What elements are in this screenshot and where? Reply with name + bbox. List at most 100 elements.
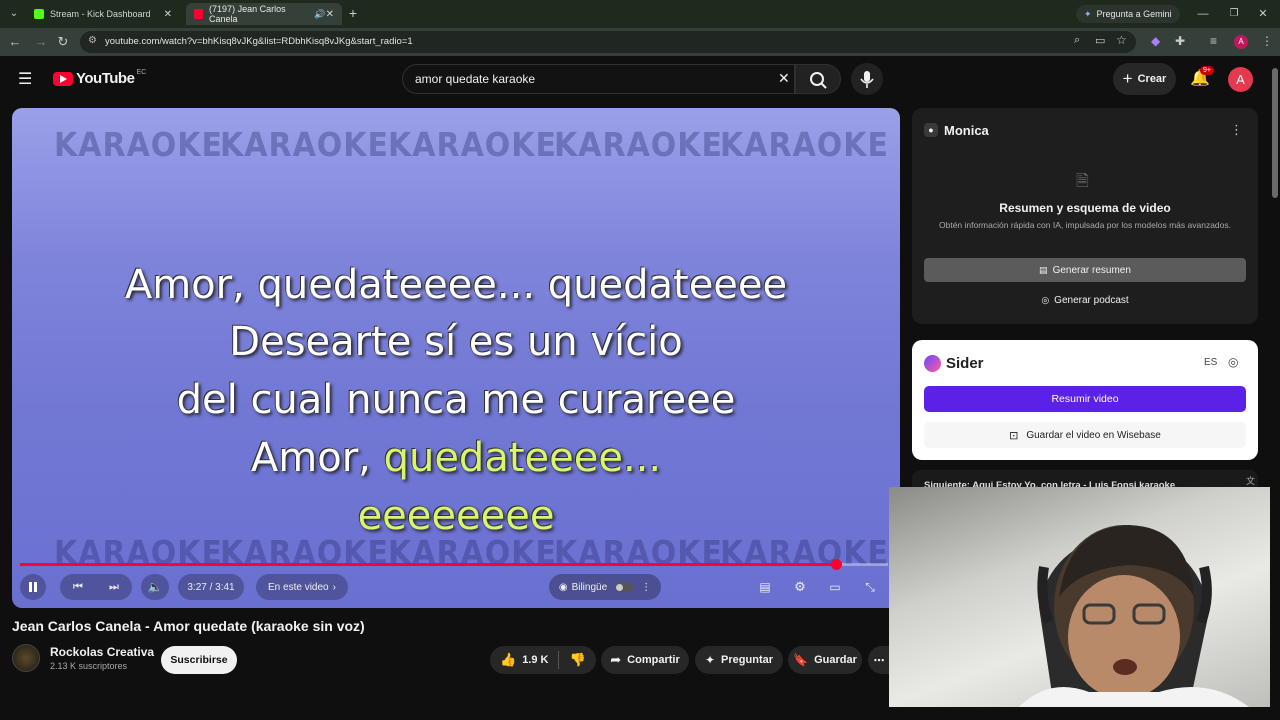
video-title: Jean Carlos Canela - Amor quedate (karao… (12, 618, 365, 634)
minimize-icon[interactable]: — (1195, 6, 1211, 22)
forward-icon[interactable]: → (33, 34, 49, 50)
scrollbar-thumb[interactable] (1272, 68, 1278, 198)
hamburger-menu-icon[interactable]: ☰ (18, 69, 32, 89)
clear-search-icon[interactable]: ✕ (778, 70, 790, 87)
plus-icon: + (1122, 69, 1133, 88)
tab-youtube[interactable]: (7197) Jean Carlos Canela 🔊 ✕ (186, 3, 342, 25)
page-scrollbar[interactable] (1270, 60, 1280, 720)
save-label: Guardar (814, 654, 857, 666)
reload-icon[interactable]: ↻ (55, 34, 71, 50)
chapter-button[interactable]: En este video › (256, 574, 348, 600)
fullscreen-icon[interactable]: ⤡ (857, 574, 883, 600)
karaoke-watermark: KARAOKE (220, 534, 390, 573)
new-tab-icon[interactable]: + (345, 5, 361, 21)
settings-gear-icon[interactable]: ⚙ (787, 574, 813, 600)
search-button[interactable] (795, 64, 841, 94)
tab-title: (7197) Jean Carlos Canela (209, 4, 286, 24)
video-player[interactable]: KARAOKE KARAOKE KARAOKE KARAOKE KARAOKE … (12, 108, 900, 608)
time-display: 3:27 / 3:41 (178, 574, 244, 600)
more-options-icon[interactable]: ⋮ (641, 582, 651, 593)
pause-icon (29, 582, 37, 592)
lyric-sung-part-highlight: quedateeee... (383, 435, 662, 481)
search-input[interactable]: amor quedate karaoke ✕ (402, 64, 795, 94)
share-arrow-icon: ➦ (610, 652, 622, 667)
karaoke-watermark: KARAOKE (388, 126, 558, 165)
ask-button[interactable]: ✦ Preguntar (695, 646, 783, 674)
extension-icon[interactable]: ◆ (1151, 34, 1160, 48)
progress-bar[interactable] (20, 559, 888, 570)
sider-settings-icon[interactable]: ◎ (1228, 355, 1238, 369)
voice-search-button[interactable] (851, 63, 883, 95)
translate-icon[interactable]: 文 (1246, 474, 1255, 487)
window-close-icon[interactable]: ✕ (1255, 6, 1271, 22)
notification-count-badge: 9+ (1200, 66, 1214, 75)
country-code: EC (136, 69, 147, 76)
monica-menu-icon[interactable]: ⋮ (1230, 122, 1243, 138)
monica-title: Monica (944, 123, 989, 138)
create-button[interactable]: + Crear (1113, 63, 1176, 95)
karaoke-watermark: KARAOKE (54, 126, 224, 165)
subscribe-button[interactable]: Suscribirse (161, 646, 237, 674)
save-button[interactable]: 🔖 Guardar (788, 646, 862, 674)
bilingual-toggle[interactable]: ◉ Bilingüe ⋮ (549, 574, 661, 600)
audio-playing-icon[interactable]: 🔊 (314, 9, 325, 20)
save-wisebase-button[interactable]: ⊡ Guardar el video en Wisebase (924, 422, 1246, 448)
chapter-label: En este video (268, 581, 329, 593)
theater-mode-icon[interactable]: ▭ (822, 574, 848, 600)
close-tab-icon[interactable]: ✕ (326, 9, 334, 20)
gemini-button[interactable]: ✦ Pregunta a Gemini (1076, 5, 1180, 23)
thumbs-down-icon[interactable]: 👎 (569, 652, 585, 668)
ask-label: Preguntar (721, 654, 774, 666)
summarize-video-button[interactable]: Resumir video (924, 386, 1246, 412)
monica-panel: ● Monica ⋮ 🗎 Resumen y esquema de video … (912, 108, 1258, 324)
youtube-logo-text: YouTube (76, 70, 135, 87)
tab-kick[interactable]: Stream - Kick Dashboard ✕ (26, 3, 180, 25)
bookmark-icon: 🔖 (793, 653, 809, 667)
monica-heading: Resumen y esquema de video (999, 201, 1171, 215)
sparkle-icon: ✦ (704, 653, 716, 667)
save-bookmark-icon: ⊡ (1009, 429, 1019, 442)
toggle-switch[interactable] (615, 582, 634, 592)
lyric-line-2: Desearte sí es un vício (229, 319, 683, 365)
share-button[interactable]: ➦ Compartir (601, 646, 689, 674)
account-avatar[interactable]: A (1228, 67, 1253, 92)
karaoke-watermark: KARAOKE (220, 126, 390, 165)
cast-icon[interactable]: ▭ (1095, 34, 1105, 47)
browser-menu-icon[interactable]: ⋮ (1261, 34, 1273, 48)
next-icon[interactable]: ⏭ (109, 581, 119, 594)
generate-podcast-button[interactable]: ◎ Generar podcast (924, 288, 1246, 312)
restore-icon[interactable]: ❐ (1226, 6, 1242, 22)
kick-favicon-icon (34, 9, 44, 19)
profile-avatar[interactable]: A (1234, 35, 1248, 49)
channel-avatar[interactable] (12, 644, 40, 672)
thumbs-up-icon[interactable]: 👍 (500, 652, 516, 668)
zoom-icon[interactable]: ⌕ (1074, 34, 1080, 47)
sider-title: Sider (946, 355, 984, 372)
bookmark-star-icon[interactable]: ☆ (1116, 33, 1127, 47)
pause-button[interactable] (20, 574, 46, 600)
volume-icon[interactable]: 🔈 (141, 574, 169, 600)
extensions-puzzle-icon[interactable]: ✚ (1175, 34, 1185, 48)
channel-name[interactable]: Rockolas Creativa (50, 645, 154, 659)
karaoke-watermark: KARAOKE (554, 126, 724, 165)
back-icon[interactable]: ← (7, 34, 23, 50)
url-text: youtube.com/watch?v=bhKisq8vJKg&list=RDb… (105, 36, 413, 47)
lyric-line-4: Amor, quedateeee... (12, 435, 900, 481)
youtube-logo[interactable]: YouTube EC (53, 69, 147, 87)
site-info-icon[interactable]: ⚙ (88, 35, 97, 46)
tab-list-chevron-icon[interactable]: ⌄ (6, 6, 22, 22)
lyric-line-5: eeeeeeee (357, 493, 555, 539)
summary-icon: ▤ (1039, 264, 1048, 275)
share-label: Compartir (627, 654, 680, 666)
more-actions-icon[interactable]: ⋯ (868, 646, 890, 674)
search-icon (810, 72, 827, 89)
webcam-overlay (889, 487, 1280, 707)
close-tab-icon[interactable]: ✕ (164, 9, 172, 20)
previous-icon[interactable]: ⏮ (73, 581, 83, 594)
progress-scrubber-handle[interactable] (830, 559, 842, 570)
language-selector[interactable]: ES (1204, 357, 1217, 368)
url-bar[interactable]: ⚙ youtube.com/watch?v=bhKisq8vJKg&list=R… (80, 31, 1136, 53)
subtitles-icon[interactable]: ▤ (752, 574, 778, 600)
reading-list-icon[interactable]: ≡ (1210, 34, 1217, 48)
generate-summary-button[interactable]: ▤ Generar resumen (924, 258, 1246, 282)
